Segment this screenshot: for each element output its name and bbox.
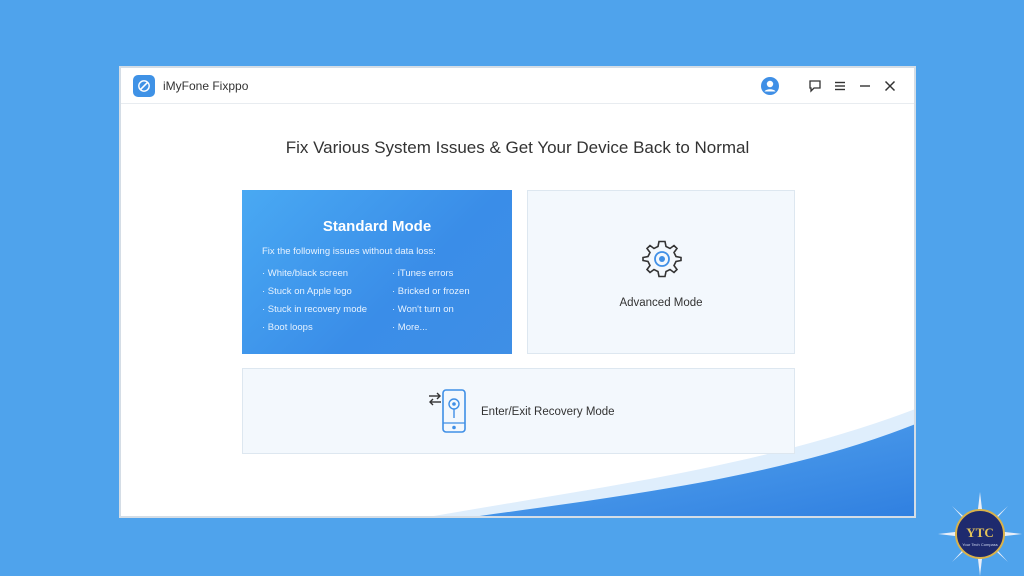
issue-item: · More... [392,322,428,333]
standard-mode-subtitle: Fix the following issues without data lo… [262,246,436,257]
page-title: Fix Various System Issues & Get Your Dev… [285,138,750,157]
ytc-logo-text: YTC [966,525,993,540]
issue-item: · White/black screen [262,268,349,279]
issue-item: · Stuck in recovery mode [262,304,368,315]
recovery-mode-card[interactable]: Enter/Exit Recovery Mode [242,368,795,454]
ytc-tagline: Your Tech Compass [962,542,998,547]
standard-mode-card[interactable]: Standard Mode Fix the following issues w… [242,190,512,354]
standard-mode-title: Standard Mode [322,218,432,235]
issue-item: · Bricked or frozen [392,286,470,297]
issue-item: · iTunes errors [392,268,454,279]
advanced-mode-label: Advanced Mode [619,297,703,309]
issue-item: · Stuck on Apple logo [262,286,352,297]
issue-item: · Won't turn on [392,304,454,315]
issue-item: · Boot loops [262,322,313,333]
app-window: iMyFone Fixppo Fix Various System Issues… [119,66,916,518]
advanced-mode-card[interactable]: Advanced Mode [527,190,795,354]
recovery-mode-label: Enter/Exit Recovery Mode [481,406,615,418]
gear-icon [642,240,682,278]
ytc-logo-icon: YTC Your Tech Compass [938,492,1022,576]
phone-swap-icon [442,389,466,433]
